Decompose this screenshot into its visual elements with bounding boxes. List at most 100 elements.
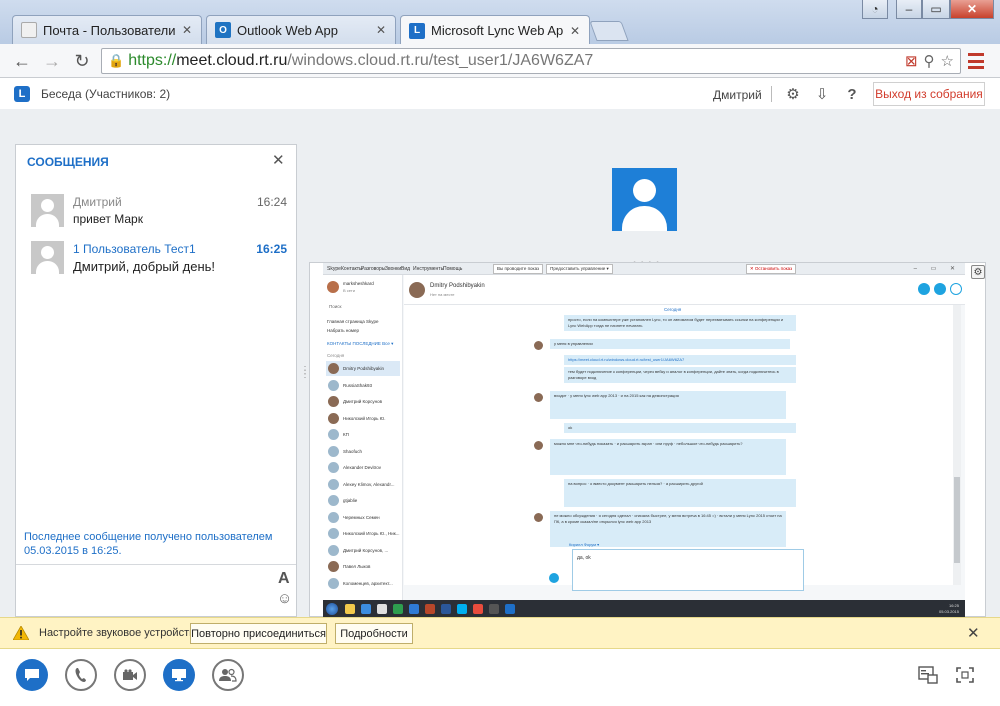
avatar xyxy=(328,511,339,523)
avatar xyxy=(328,495,339,506)
shared-skype-window: Skype Контакты Разговоры Звонки Вид Инст… xyxy=(323,263,965,618)
add-file-icon xyxy=(549,573,559,583)
bookmark-star-icon[interactable]: ☆ xyxy=(941,52,954,70)
font-icon[interactable]: A xyxy=(278,570,290,588)
folder-icon xyxy=(345,604,355,614)
view-settings-icon[interactable]: ⚙ xyxy=(971,265,985,279)
avatar xyxy=(327,281,339,293)
close-icon[interactable]: ✕ xyxy=(967,624,980,642)
warning-icon xyxy=(13,626,29,640)
menu-item: Контакты xyxy=(341,266,363,272)
avatar xyxy=(31,194,64,227)
avatar xyxy=(328,544,339,556)
chat-bubble: у меня в управлении xyxy=(550,339,790,349)
close-icon[interactable]: ✕ xyxy=(181,23,193,37)
lync-logo-icon: L xyxy=(14,86,30,102)
chat-bubble: входит · у меня lync web app 2013 · и на… xyxy=(550,391,786,419)
gear-icon[interactable]: ⚙ xyxy=(783,84,803,104)
contact-name: Alexander Devitrov xyxy=(343,465,382,470)
new-tab-button[interactable] xyxy=(589,21,629,41)
close-window-button[interactable]: ✕ xyxy=(950,0,994,19)
zoom-icon[interactable]: ⚲ xyxy=(924,52,935,70)
message-sender: Дмитрий xyxy=(73,195,122,209)
skype-contacts-pane: marksheshkard В сети Поиск Главная стран… xyxy=(323,275,403,600)
browser-titlebar: Почта - Пользователи ✕ O Outlook Web App… xyxy=(0,0,1000,45)
video-call-icon xyxy=(918,283,930,295)
menu-item: Помощь xyxy=(443,266,463,272)
reconnect-button[interactable]: Повторно присоединиться xyxy=(190,623,327,644)
browser-menu-icon[interactable] xyxy=(968,53,984,69)
profile-icon[interactable]: ◔ xyxy=(862,0,888,19)
back-button[interactable]: ← xyxy=(10,50,34,72)
address-bar[interactable]: 🔒 https://meet.cloud.rt.ru/windows.cloud… xyxy=(101,48,961,74)
present-button[interactable] xyxy=(163,659,195,691)
participant-avatar-tile[interactable] xyxy=(612,168,677,231)
contact-name: gtjablie xyxy=(343,498,358,503)
lync-icon xyxy=(505,604,515,614)
avatar xyxy=(534,341,543,350)
close-icon[interactable]: ✕ xyxy=(272,151,285,169)
close-icon[interactable]: ✕ xyxy=(375,23,387,37)
tab-lync[interactable]: L Microsoft Lync Web App ✕ xyxy=(400,15,590,45)
skype-chat-history: Сегодня просто, если на компьютере уже у… xyxy=(404,305,953,585)
avatar xyxy=(328,379,339,391)
blocked-content-icon[interactable]: ⊠ xyxy=(905,52,918,70)
chat-icon xyxy=(25,669,39,681)
contact-list-item: Alexander Devitrov xyxy=(326,460,400,475)
contact-list-item: Черемных Семен xyxy=(326,510,400,525)
chat-bubble: на вопрос · о вместо документ расшарить … xyxy=(564,479,796,507)
skype-nav-home: Главная страница Skype xyxy=(327,319,379,324)
contact-list-item: Shaofuch xyxy=(326,444,400,459)
pin-icon[interactable]: ⇩ xyxy=(812,84,832,104)
contact-name: Николский Игорь Ю. xyxy=(343,415,386,421)
reload-button[interactable]: ↻ xyxy=(70,50,94,72)
message-sender[interactable]: 1 Пользователь Тест1 xyxy=(73,242,196,256)
audio-button[interactable] xyxy=(65,659,97,691)
skype-chat-header: Dmitry Podshibyakin Нет на месте xyxy=(404,275,965,305)
app-icon xyxy=(473,604,483,614)
compose-recipient: Кирилл Форум ▾ xyxy=(569,542,600,547)
shared-desktop-view[interactable]: ⚙ Skype Контакты Разговоры Звонки Вид Ин… xyxy=(309,262,986,618)
skype-scrollbar xyxy=(953,305,961,585)
contact-name: Dmitry Podshibyakin xyxy=(343,366,385,371)
contacts-section-header: Сегодня xyxy=(327,353,345,358)
close-icon[interactable]: ✕ xyxy=(569,24,581,38)
leave-meeting-button[interactable]: Выход из собрания xyxy=(873,82,985,106)
avatar xyxy=(328,429,339,440)
call-icon xyxy=(934,283,946,295)
contact-list-item: RussiaShak93 xyxy=(326,378,400,393)
message-text: привет Марк xyxy=(73,212,143,226)
start-icon xyxy=(326,603,338,615)
give-control-button: Предоставить управление ▾ xyxy=(546,264,613,274)
minimize-button[interactable]: ‒ xyxy=(896,0,922,19)
sharing-label: Вы проводите показ xyxy=(493,264,544,274)
contact-list-item: Дмитрий Корсунов xyxy=(326,394,400,409)
im-button[interactable] xyxy=(16,659,48,691)
maximize-button[interactable]: ▭ xyxy=(922,0,950,19)
skype-icon xyxy=(457,604,467,614)
chat-bubble: просто, если на компьютере уже установле… xyxy=(564,315,796,331)
details-button[interactable]: Подробности xyxy=(335,623,413,644)
forward-button[interactable]: → xyxy=(40,50,64,72)
avatar xyxy=(534,441,543,450)
help-icon[interactable]: ? xyxy=(842,84,862,104)
tab-mail[interactable]: Почта - Пользователи ✕ xyxy=(12,15,202,44)
chat-contact-name: Dmitry Podshibyakin xyxy=(430,283,485,289)
video-button[interactable] xyxy=(114,659,146,691)
message-input[interactable]: A ☺ xyxy=(16,564,296,616)
avatar xyxy=(328,412,339,424)
current-user-name[interactable]: Дмитрий xyxy=(713,88,762,102)
panel-resize-grip[interactable]: ⋮ ⋮ xyxy=(300,366,310,380)
contact-list-item: Коломенцев, архитект... xyxy=(326,576,400,591)
skype-compose-box: Кирилл Форум ▾ да, ok xyxy=(569,542,804,591)
participants-button[interactable] xyxy=(212,659,244,691)
tab-outlook[interactable]: O Outlook Web App ✕ xyxy=(206,15,396,44)
avatar xyxy=(328,478,339,490)
excel-icon xyxy=(393,604,403,614)
url-scheme: https:// xyxy=(128,52,177,69)
emoticon-icon[interactable]: ☺ xyxy=(277,590,292,607)
fullscreen-icon[interactable] xyxy=(955,666,975,684)
layout-icon[interactable] xyxy=(918,666,938,684)
avatar xyxy=(328,445,339,457)
message-text: Дмитрий, добрый день! xyxy=(73,259,216,274)
